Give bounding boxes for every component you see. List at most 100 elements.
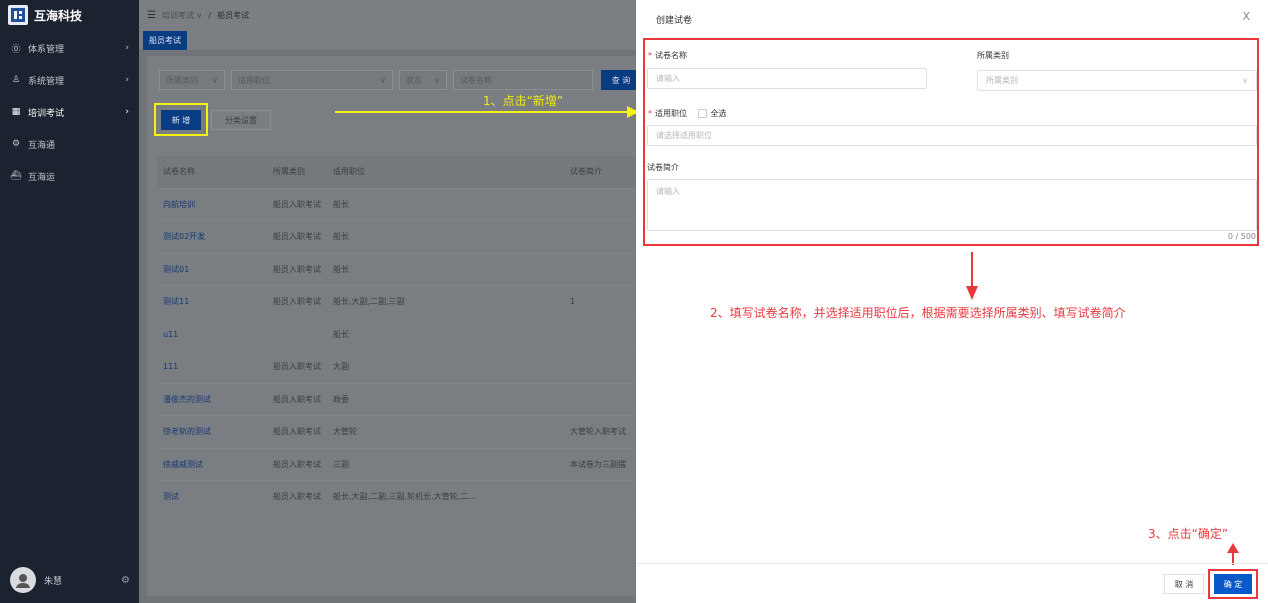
breadcrumb-separator: / — [208, 10, 212, 20]
brand-logo-icon — [8, 5, 28, 25]
chevron-right-icon: › — [125, 75, 129, 85]
exam-list-panel: 所属类别 ∨ 适用职位 ∨ 状态 ∨ 试卷名称 查 询 新 增 分类设置 试卷名… — [147, 56, 641, 596]
chevron-down-icon: ∨ — [212, 75, 218, 85]
sidebar-item-sys-admin[interactable]: ♙ 系统管理 › — [0, 64, 139, 96]
drawer-title: 创建试卷 — [656, 16, 693, 26]
header-intro: 试卷简介 — [570, 167, 602, 177]
cell-exam-name[interactable]: 潘俊杰的测试 — [157, 394, 267, 405]
position-label: * 适用职位 全选 — [648, 108, 727, 119]
name-search-placeholder: 试卷名称 — [460, 75, 492, 85]
sidebar-item-label: 系统管理 — [28, 76, 65, 87]
step3-annotation: 3、点击“确定” — [1148, 527, 1229, 541]
intro-textarea[interactable]: 请输入 — [647, 179, 1257, 231]
cell-exam-name[interactable]: 测试02开发 — [157, 231, 267, 242]
table-row: 111 船员入职考试 大副 — [157, 351, 636, 384]
gear-icon: ⚙ — [11, 139, 21, 149]
cell-exam-name[interactable]: u11 — [157, 330, 267, 339]
cell-exam-name[interactable]: 测试11 — [157, 296, 267, 307]
filter-bar: 所属类别 ∨ 适用职位 ∨ 状态 ∨ 试卷名称 — [159, 70, 593, 90]
cell-position: 政委 — [333, 394, 349, 404]
step2-arrow-icon — [966, 252, 978, 300]
step2-annotation: 2、填写试卷名称，并选择适用职位后，根据需要选择所属类别、填写试卷简介 — [710, 306, 1126, 320]
select-all-checkbox[interactable] — [697, 109, 707, 118]
brand[interactable]: 互海科技 — [0, 0, 139, 30]
category-filter[interactable]: 所属类别 ∨ — [159, 70, 225, 90]
sidebar-item-huhaitong[interactable]: ⚙ 互海通 — [0, 128, 139, 160]
breadcrumb-parent[interactable]: 培训考试 ∨ — [162, 10, 202, 21]
select-all-label[interactable]: 全选 — [711, 109, 727, 118]
chevron-right-icon: › — [125, 107, 129, 117]
confirm-button[interactable]: 确 定 — [1214, 574, 1252, 594]
position-filter-text: 适用职位 — [238, 75, 270, 85]
breadcrumb: ☰ 培训考试 ∨ / 船员考试 — [139, 0, 636, 30]
intro-label: 试卷简介 — [647, 163, 679, 172]
intro-placeholder: 请输入 — [656, 187, 680, 196]
tab-crew-exam[interactable]: 船员考试 — [143, 30, 187, 50]
category-select-placeholder: 所属类别 — [986, 76, 1018, 85]
cell-position: 船长 — [333, 199, 349, 209]
category-settings-button[interactable]: 分类设置 — [211, 110, 271, 130]
exam-name-placeholder: 请输入 — [656, 74, 680, 83]
breadcrumb-current: 船员考试 — [217, 10, 250, 20]
header-exam-name: 试卷名称 — [163, 167, 195, 177]
cell-category: 船员入职考试 — [273, 427, 321, 437]
cell-position: 船长 — [333, 264, 349, 274]
sidebar-item-label: 互海运 — [28, 172, 56, 183]
sidebar-item-label: 互海通 — [28, 140, 56, 151]
category-filter-text: 所属类别 — [166, 75, 198, 85]
sidebar-item-training-exam[interactable]: ▦ 培训考试 › — [0, 96, 139, 128]
main-content: ☰ 培训考试 ∨ / 船员考试 船员考试 所属类别 ∨ 适用职位 ∨ 状态 ∨ … — [139, 0, 641, 603]
avatar — [10, 567, 36, 593]
cell-intro: 本试卷为三副摆 — [570, 459, 626, 469]
exam-table: 试卷名称 所属类别 适用职位 试卷简介 向航培训 船员入职考试 船长 测试02开发 船员… — [157, 156, 636, 514]
cell-category: 船员入职考试 — [273, 492, 321, 502]
sidebar-item-huhaiyun[interactable]: ⛴ 互海运 — [0, 160, 139, 192]
status-filter[interactable]: 状态 ∨ — [399, 70, 447, 90]
tab-bar: 船员考试 — [139, 30, 636, 50]
cell-category: 船员入职考试 — [273, 394, 321, 404]
cancel-button[interactable]: 取 消 — [1164, 574, 1204, 594]
cell-exam-name[interactable]: 测试 — [157, 491, 267, 502]
close-icon[interactable]: X — [1242, 10, 1250, 23]
cell-category: 船员入职考试 — [273, 232, 321, 242]
status-filter-text: 状态 — [406, 75, 422, 85]
cell-exam-name[interactable]: 徐威威测试 — [157, 459, 267, 470]
table-row: 向航培训 船员入职考试 船长 — [157, 189, 636, 221]
name-search-input[interactable]: 试卷名称 — [453, 70, 593, 90]
step1-annotation: 1、点击“新增” — [483, 94, 564, 108]
cell-position: 船长,大副,二副,三副 — [333, 297, 405, 307]
chevron-down-icon: ∨ — [434, 75, 440, 85]
sidebar-item-system-management[interactable]: ⓪ 体系管理 › — [0, 32, 139, 64]
exam-name-label: * 试卷名称 — [648, 50, 687, 61]
settings-gear-icon[interactable]: ⚙ — [121, 575, 130, 586]
table-row: 测试01 船员入职考试 船长 — [157, 254, 636, 286]
query-button[interactable]: 查 询 — [601, 70, 641, 90]
sidebar: 互海科技 ⓪ 体系管理 › ♙ 系统管理 › ▦ 培训考试 › ⚙ 互海通 ⛴ … — [0, 0, 139, 603]
cell-position: 船长 — [333, 232, 349, 242]
cell-intro: 大管轮入职考试 — [570, 427, 626, 437]
menu-toggle-icon[interactable]: ☰ — [147, 10, 156, 21]
user-profile[interactable]: 朱慧 ⚙ — [10, 567, 130, 593]
cell-intro: 1 — [570, 297, 576, 307]
cell-exam-name[interactable]: 向航培训 — [157, 199, 267, 210]
position-filter[interactable]: 适用职位 ∨ — [231, 70, 393, 90]
cell-exam-name[interactable]: 徐老轨的测试 — [157, 426, 267, 437]
cell-category: 船员入职考试 — [273, 264, 321, 274]
exam-name-input[interactable]: 请输入 — [647, 68, 927, 89]
category-label: 所属类别 — [977, 51, 1009, 60]
user-icon: ♙ — [11, 75, 21, 85]
category-select[interactable]: 所属类别 ∨ — [977, 70, 1257, 91]
ship-icon: ⛴ — [10, 171, 22, 181]
grid-icon: ▦ — [11, 107, 21, 117]
table-row: u11 船长 — [157, 319, 636, 351]
table-row: 徐威威测试 船员入职考试 三副 本试卷为三副摆 — [157, 449, 636, 481]
add-button[interactable]: 新 增 — [161, 110, 201, 130]
iso-icon: ⓪ — [11, 44, 21, 55]
position-label-text: 适用职位 — [655, 109, 687, 118]
header-category: 所属类别 — [273, 167, 305, 177]
cell-exam-name[interactable]: 111 — [157, 362, 267, 371]
cell-position: 三副 — [333, 459, 349, 469]
cell-position: 大管轮 — [333, 427, 357, 437]
cell-exam-name[interactable]: 测试01 — [157, 264, 267, 275]
position-select[interactable]: 请选择适用职位 — [647, 125, 1257, 146]
